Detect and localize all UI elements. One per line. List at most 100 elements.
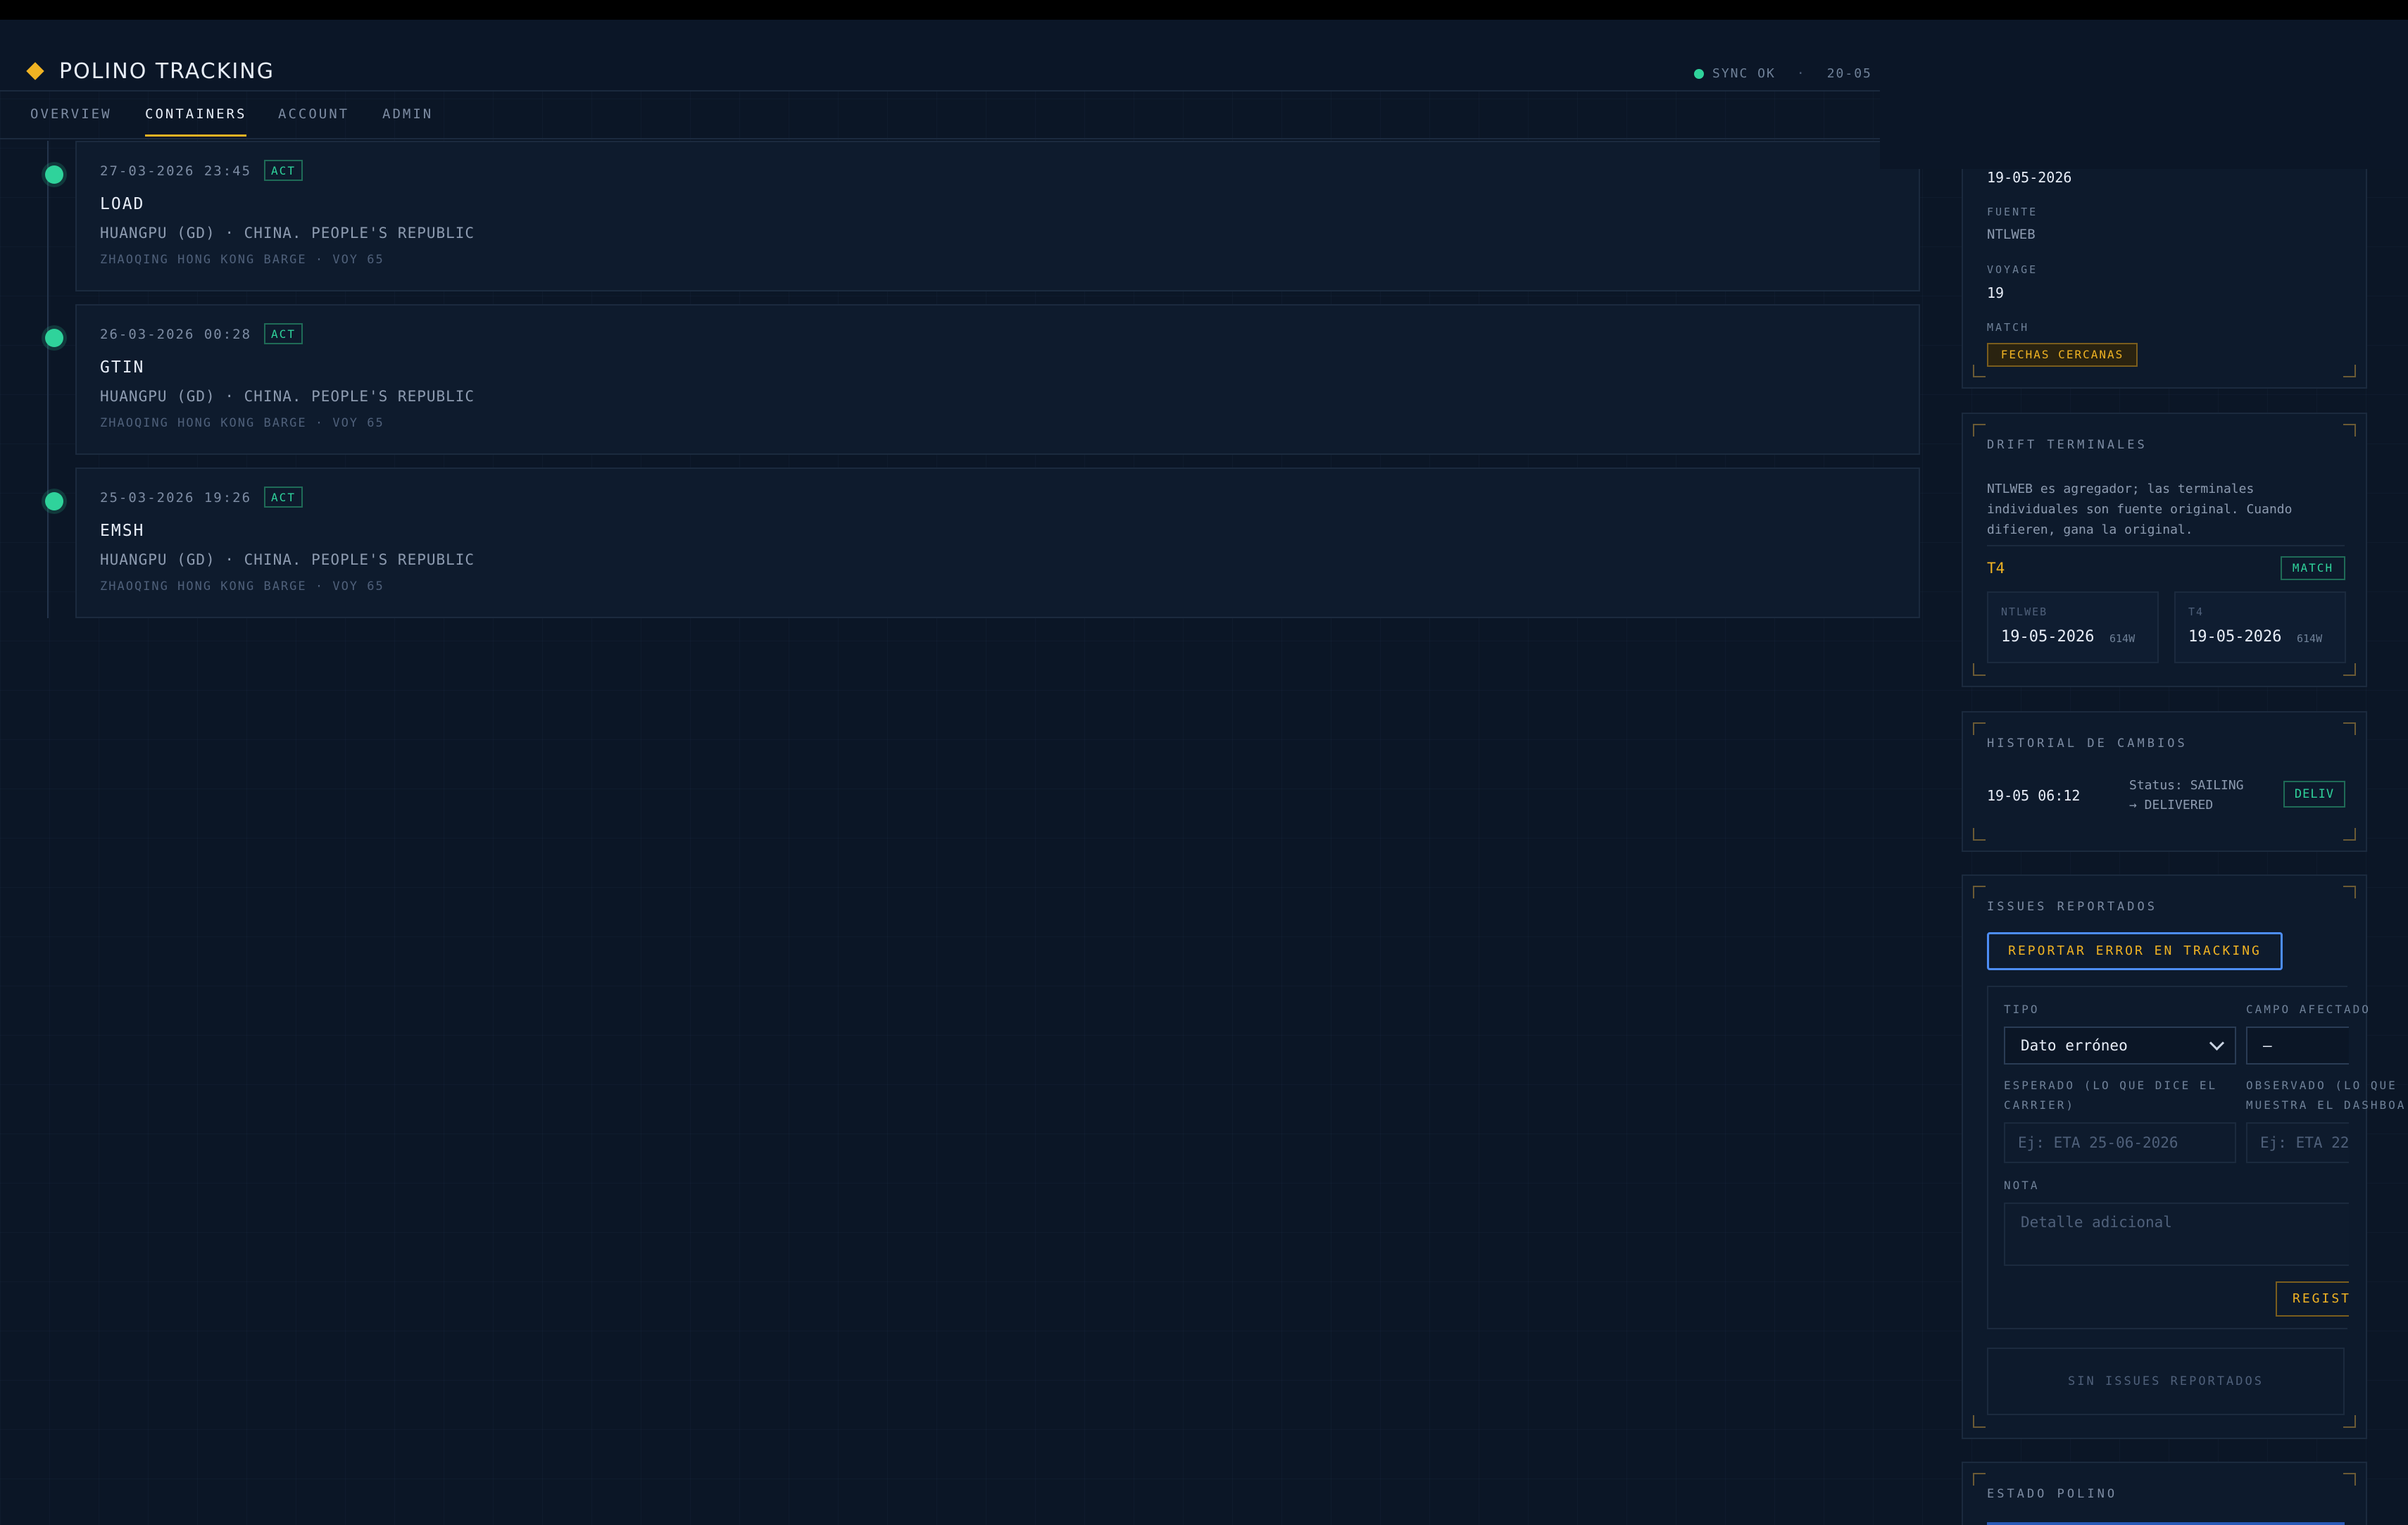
terminal-name: T4: [1987, 560, 2005, 577]
corner-bracket: [1973, 663, 1986, 676]
tab-admin[interactable]: ADMIN: [382, 92, 433, 137]
observado-input[interactable]: Ej: ETA 22-06-20: [2246, 1122, 2349, 1163]
event-status-badge: ACT: [264, 487, 303, 508]
fuente-value: NTLWEB: [1987, 227, 2036, 242]
corner-bracket: [2343, 886, 2356, 898]
header-overlay: [1880, 20, 2408, 169]
event-status-badge: ACT: [264, 323, 303, 344]
tipo-select-value: Dato erróneo: [2021, 1037, 2128, 1054]
corner-bracket: [1973, 1415, 1986, 1428]
main-nav: OVERVIEW CONTAINERS ACCOUNT ADMIN: [0, 92, 1880, 139]
esperado-label: ESPERADO (LO QUE DICE EL CARRIER): [2004, 1076, 2217, 1115]
corner-bracket: [2343, 828, 2356, 841]
source-compare-t4: T4 19-05-2026 614W: [2174, 591, 2346, 663]
source-compare-ntlweb: NTLWEB 19-05-2026 614W: [1987, 591, 2159, 663]
history-change: Status: SAILING → DELIVERED: [2129, 776, 2244, 815]
timeline-event: 25-03-2026 19:26 ACT EMSH HUANGPU (GD) ·…: [75, 467, 1920, 618]
corner-bracket: [1973, 424, 1986, 437]
nota-textarea[interactable]: Detalle adicional: [2004, 1203, 2349, 1266]
drift-description: NTLWEB es agregador; las terminales indi…: [1987, 482, 2293, 537]
compare-label: NTLWEB: [2001, 605, 2048, 618]
event-vessel: ZHAOQING HONG KONG BARGE · VOY 65: [100, 253, 384, 267]
divider: [1987, 545, 2345, 546]
event-status-badge: ACT: [264, 160, 303, 181]
observado-label-line: OBSERVADO (LO QUE: [2246, 1079, 2397, 1092]
register-issue-button[interactable]: REGISTRAR IS: [2276, 1281, 2349, 1317]
sync-status-label: SYNC OK: [1712, 66, 1776, 81]
app-header: POLINO TRACKING SYNC OK · 20-05: [0, 20, 1880, 92]
timeline-event: 26-03-2026 00:28 ACT GTIN HUANGPU (GD) ·…: [75, 304, 1920, 455]
tab-overview[interactable]: OVERVIEW: [30, 92, 112, 137]
corner-bracket: [2343, 1473, 2356, 1486]
fuente-label: FUENTE: [1987, 206, 2038, 218]
campo-select-value: —: [2263, 1037, 2272, 1054]
timeline-event: 27-03-2026 23:45 ACT LOAD HUANGPU (GD) ·…: [75, 141, 1920, 291]
voyage-label: VOYAGE: [1987, 263, 2038, 276]
drift-title: DRIFT TERMINALES: [1987, 438, 2147, 452]
history-change-from: Status: SAILING: [2129, 778, 2244, 793]
corner-bracket: [1973, 722, 1986, 735]
observado-label-line: MUESTRA EL DASHBOA: [2246, 1098, 2407, 1112]
separator: ·: [1796, 66, 1806, 81]
observado-label: OBSERVADO (LO QUE MUESTRA EL DASHBOA: [2246, 1076, 2406, 1115]
compare-week: 614W: [2297, 632, 2323, 645]
match-label: MATCH: [1987, 321, 2030, 334]
timeline-dot: [45, 492, 63, 510]
eta-value: 19-05-2026: [1987, 169, 2072, 186]
event-location: HUANGPU (GD) · CHINA. PEOPLE'S REPUBLIC: [100, 551, 475, 568]
history-title: HISTORIAL DE CAMBIOS: [1987, 736, 2188, 751]
issues-empty-state: SIN ISSUES REPORTADOS: [1987, 1348, 2345, 1415]
corner-bracket: [1973, 1473, 1986, 1486]
event-datetime: 25-03-2026 19:26: [100, 490, 252, 506]
esperado-label-line: ESPERADO (LO QUE DICE EL: [2004, 1079, 2218, 1092]
app-title: POLINO TRACKING: [59, 59, 275, 84]
tab-containers[interactable]: CONTAINERS: [145, 92, 247, 137]
report-error-button[interactable]: REPORTAR ERROR EN TRACKING: [1987, 932, 2283, 970]
compare-date: 19-05-2026: [2188, 628, 2282, 646]
timeline-line: [47, 141, 49, 618]
diamond-logo-icon: [26, 62, 44, 80]
event-vessel: ZHAOQING HONG KONG BARGE · VOY 65: [100, 416, 384, 430]
compare-date: 19-05-2026: [2001, 628, 2095, 646]
event-datetime: 27-03-2026 23:45: [100, 163, 252, 179]
history-panel: HISTORIAL DE CAMBIOS 19-05 06:12 Status:…: [1962, 711, 2367, 852]
corner-bracket: [1973, 886, 1986, 898]
corner-bracket: [2343, 663, 2356, 676]
issues-panel: ISSUES REPORTADOS REPORTAR ERROR EN TRAC…: [1962, 874, 2404, 1439]
drift-panel: DRIFT TERMINALES NTLWEB es agregador; la…: [1962, 413, 2367, 687]
timeline-dot: [45, 329, 63, 347]
issues-title: ISSUES REPORTADOS: [1987, 900, 2157, 914]
drift-status-badge: MATCH: [2281, 556, 2345, 580]
corner-bracket: [2343, 365, 2356, 377]
event-vessel: ZHAOQING HONG KONG BARGE · VOY 65: [100, 579, 384, 594]
window-top-strip: [0, 0, 2408, 20]
tab-account[interactable]: ACCOUNT: [278, 92, 349, 137]
event-location: HUANGPU (GD) · CHINA. PEOPLE'S REPUBLIC: [100, 388, 475, 405]
sync-status: SYNC OK · 20-05: [1694, 66, 1872, 81]
tipo-label: TIPO: [2004, 1003, 2040, 1016]
corner-bracket: [2343, 424, 2356, 437]
event-code: EMSH: [100, 522, 145, 540]
esperado-label-line: CARRIER): [2004, 1098, 2076, 1112]
history-date: 19-05 06:12: [1987, 787, 2081, 804]
voyage-value: 19: [1987, 284, 2005, 301]
campo-label: CAMPO AFECTADO: [2246, 1003, 2371, 1016]
event-datetime: 26-03-2026 00:28: [100, 327, 252, 342]
campo-select[interactable]: —: [2246, 1027, 2349, 1065]
estado-panel: ESTADO POLINO: [1962, 1462, 2367, 1525]
corner-bracket: [2343, 722, 2356, 735]
corner-bracket: [1973, 828, 1986, 841]
details-panel: 19-05-2026 FUENTE NTLWEB VOYAGE 19 MATCH…: [1962, 141, 2367, 389]
corner-bracket: [1973, 365, 1986, 377]
esperado-input[interactable]: Ej: ETA 25-06-2026: [2004, 1122, 2236, 1163]
history-status-badge: DELIV: [2283, 781, 2345, 808]
history-change-to: → DELIVERED: [2129, 798, 2214, 812]
header-date: 20-05: [1826, 66, 1872, 81]
tipo-select[interactable]: Dato erróneo: [2004, 1027, 2236, 1065]
event-code: GTIN: [100, 358, 145, 377]
estado-progress-bar: [1987, 1522, 2345, 1525]
event-location: HUANGPU (GD) · CHINA. PEOPLE'S REPUBLIC: [100, 225, 475, 241]
corner-bracket: [2343, 1415, 2356, 1428]
compare-label: T4: [2188, 605, 2205, 618]
chevron-down-icon: [2209, 1035, 2225, 1051]
